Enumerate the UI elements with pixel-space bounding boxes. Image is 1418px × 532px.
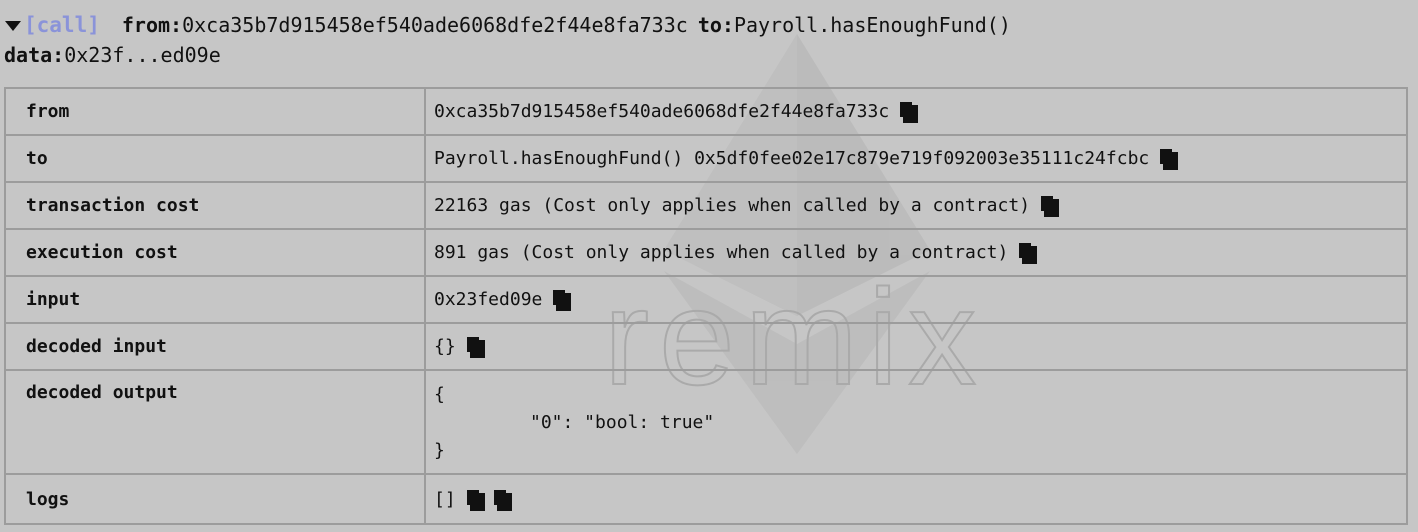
execution-cost-value: 891 gas (Cost only applies when called b… [434, 242, 1009, 263]
to-value: Payroll.hasEnoughFund() 0x5df0fee02e17c8… [434, 148, 1150, 169]
logs-label: logs [4, 473, 426, 525]
execution-cost-label: execution cost [4, 228, 426, 277]
from-label: from [4, 87, 426, 136]
copy-icon[interactable] [551, 289, 572, 311]
copy-icon[interactable] [1039, 195, 1060, 217]
row-execution-cost: execution cost 891 gas (Cost only applie… [4, 228, 1408, 277]
to-label: to [4, 134, 426, 183]
row-transaction-cost: transaction cost 22163 gas (Cost only ap… [4, 181, 1408, 230]
copy-icon[interactable] [898, 101, 919, 123]
call-tag: [call] [24, 13, 100, 37]
to-key: to: [697, 13, 734, 37]
row-decoded-output: decoded output { "0": "bool: true" } [4, 369, 1408, 475]
header-line-call: [call] from: 0xca35b7d915458ef540ade6068… [4, 10, 1409, 40]
copy-icon[interactable] [1158, 148, 1179, 170]
input-label: input [4, 275, 426, 324]
data-value: 0x23f...ed09e [64, 43, 221, 67]
row-decoded-input: decoded input {} [4, 322, 1408, 371]
copy-icon[interactable] [465, 336, 486, 358]
copy-icon[interactable] [465, 489, 486, 511]
decoded-input-label: decoded input [4, 322, 426, 371]
row-to: to Payroll.hasEnoughFund() 0x5df0fee02e1… [4, 134, 1408, 183]
row-logs: logs [] [4, 473, 1408, 525]
header-line-data: data: 0x23f...ed09e [4, 40, 1409, 70]
data-key: data: [4, 43, 65, 67]
row-from: from 0xca35b7d915458ef540ade6068dfe2f44e… [4, 87, 1408, 136]
decoded-input-value: {} [434, 336, 456, 357]
collapse-caret-icon[interactable] [4, 17, 22, 33]
output-entry: "0": "bool: true" [530, 412, 715, 433]
transaction-cost-label: transaction cost [4, 181, 426, 230]
copy-icon[interactable] [492, 489, 513, 511]
from-address: 0xca35b7d915458ef540ade6068dfe2f44e8fa73… [182, 13, 688, 37]
input-value: 0x23fed09e [434, 289, 543, 310]
transaction-header: [call] from: 0xca35b7d915458ef540ade6068… [4, 10, 1409, 70]
row-input: input 0x23fed09e [4, 275, 1408, 324]
from-key: from: [121, 13, 183, 37]
output-close-brace: } [434, 440, 445, 461]
to-function: Payroll.hasEnoughFund() [733, 13, 1011, 37]
from-value: 0xca35b7d915458ef540ade6068dfe2f44e8fa73… [434, 101, 890, 122]
transaction-details-table: from 0xca35b7d915458ef540ade6068dfe2f44e… [4, 87, 1408, 525]
copy-icon[interactable] [1017, 242, 1038, 264]
decoded-output-label: decoded output [4, 369, 426, 475]
decoded-output-value: { "0": "bool: true" } [424, 369, 1408, 475]
logs-value: [] [434, 488, 456, 510]
output-open-brace: { [434, 384, 445, 405]
transaction-cost-value: 22163 gas (Cost only applies when called… [434, 195, 1031, 216]
